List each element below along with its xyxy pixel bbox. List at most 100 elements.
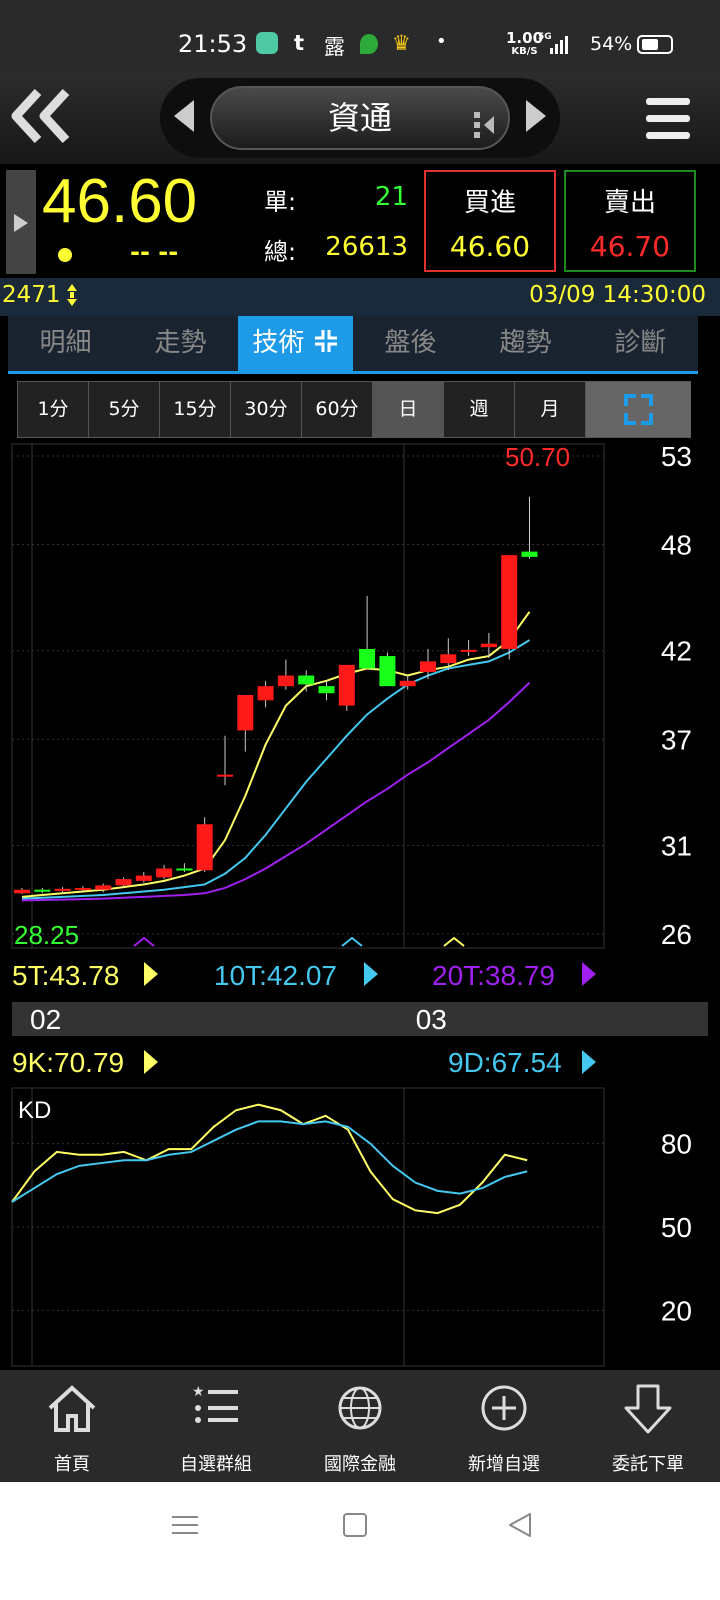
quote-datetime: 03/09 14:30:00 [529, 282, 706, 308]
k-legend: 9K:70.79 [12, 1047, 124, 1078]
candle-body [156, 868, 173, 878]
nav-international-finance[interactable]: 國際金融 [288, 1370, 432, 1482]
crown-icon: ♛ [392, 31, 411, 55]
price-y-tick: 48 [661, 530, 692, 561]
candle-body [399, 680, 416, 687]
recent-apps-icon[interactable] [170, 1510, 200, 1540]
buy-button[interactable]: 買進 46.60 [424, 170, 556, 272]
period-5min-button[interactable]: 5分 [89, 382, 160, 437]
app-notification-icon [256, 32, 278, 54]
tab-label: 趨勢 [499, 328, 552, 358]
period-label: 1分 [37, 398, 69, 420]
kd-y-tick: 20 [661, 1295, 692, 1326]
buy-label: 買進 [463, 188, 516, 218]
period-15min-button[interactable]: 15分 [160, 382, 231, 437]
candle-body [257, 686, 274, 701]
stock-title-pill[interactable]: 資通 [210, 86, 510, 150]
sell-price: 46.70 [589, 230, 671, 263]
view-tabs: 明細 走勢 技術 盤後 趨勢 診斷 [8, 316, 698, 374]
collapse-icon [314, 330, 337, 352]
tab-detail[interactable]: 明細 [8, 316, 123, 371]
nav-watchlist-groups-label: 自選群組 [180, 1454, 252, 1475]
period-selector: 1分 5分 15分 30分 60分 日 週 月 [17, 381, 691, 438]
period-60min-button[interactable]: 60分 [302, 382, 373, 437]
globe-icon [338, 1386, 382, 1430]
period-label: 15分 [173, 398, 217, 420]
ma10-legend: 10T:42.07 [214, 960, 337, 991]
back-triangle-icon[interactable] [506, 1510, 536, 1540]
price-change: -- -- [130, 238, 179, 266]
candle-body [298, 675, 315, 685]
candle-body [135, 875, 152, 881]
stock-code: 2471 [2, 282, 61, 308]
order-arrow-icon [624, 1384, 672, 1434]
kd-y-tick: 50 [661, 1212, 692, 1243]
single-volume-value: 21 [374, 182, 408, 212]
hamburger-menu-icon[interactable] [646, 98, 690, 140]
sell-button[interactable]: 賣出 46.70 [564, 170, 696, 272]
app-header: 資通 [0, 72, 720, 164]
tab-label: 明細 [39, 328, 92, 358]
candle [196, 817, 213, 873]
date-axis-label: 03 [416, 1004, 447, 1035]
lu-notification-icon: 露 [324, 35, 345, 59]
tab-after-hours[interactable]: 盤後 [353, 316, 468, 371]
period-month-button[interactable]: 月 [515, 382, 586, 437]
back-double-chevron-icon[interactable] [8, 86, 74, 146]
price-y-tick: 53 [661, 441, 692, 472]
ma-legend: 5T:43.78 10T:42.07 20T:38.79 [12, 960, 596, 991]
tab-diagnosis[interactable]: 診斷 [583, 316, 698, 371]
home-square-icon[interactable] [340, 1510, 370, 1540]
tab-technical[interactable]: 技術 [238, 316, 353, 371]
more-notifications-dot: • [436, 31, 447, 52]
candle-body [338, 664, 355, 706]
leaf-notification-icon [360, 34, 378, 54]
plus-circle-icon [481, 1385, 527, 1431]
price-y-tick: 31 [661, 830, 692, 861]
nav-home[interactable]: 首頁 [0, 1370, 144, 1482]
candle [501, 555, 518, 660]
tab-trend[interactable]: 趨勢 [468, 316, 583, 371]
candle-body [440, 654, 457, 664]
technical-chart[interactable]: 53 48 42 37 31 26 50.70 28.25 5T:43.78 10T:42… [0, 440, 720, 1370]
period-label: 5分 [108, 398, 140, 420]
candle-body [34, 889, 51, 892]
signal-icon [550, 36, 568, 54]
period-day-button[interactable]: 日 [373, 382, 444, 437]
stock-name: 資通 [327, 99, 392, 137]
kd-title: KD [18, 1097, 51, 1124]
home-icon [48, 1385, 96, 1432]
period-label: 60分 [315, 398, 359, 420]
nav-place-order[interactable]: 委託下單 [576, 1370, 720, 1482]
sell-label: 賣出 [603, 188, 656, 218]
nav-add-watchlist[interactable]: 新增自選 [432, 1370, 576, 1482]
up-down-arrows-icon [67, 284, 77, 306]
candle-body [501, 555, 518, 649]
period-week-button[interactable]: 週 [444, 382, 515, 437]
tab-label: 診斷 [614, 328, 667, 358]
candle-body [379, 656, 396, 687]
period-label: 月 [540, 398, 560, 420]
candle-body [318, 686, 335, 694]
clock: 21:53 [178, 30, 248, 58]
candle-body [420, 661, 436, 672]
candle-body [277, 675, 294, 687]
expand-panel-handle[interactable] [6, 170, 36, 274]
svg-text:★: ★ [192, 1383, 205, 1399]
period-30min-button[interactable]: 30分 [231, 382, 302, 437]
candle-body [217, 774, 233, 777]
prev-stock-arrow-icon[interactable] [174, 100, 194, 132]
fullscreen-button[interactable] [586, 382, 691, 437]
period-1min-button[interactable]: 1分 [18, 382, 89, 437]
tab-trend-intraday[interactable]: 走勢 [123, 316, 238, 371]
tab-label: 走勢 [154, 328, 207, 358]
info-row: 2471 03/09 14:30:00 [0, 278, 720, 316]
period-label: 30分 [244, 398, 288, 420]
next-stock-arrow-icon[interactable] [526, 100, 546, 132]
kd-y-tick: 80 [661, 1129, 692, 1160]
tab-label: 技術 [252, 328, 305, 358]
nav-watchlist-groups[interactable]: ★ 自選群組 [144, 1370, 288, 1482]
tab-label: 盤後 [384, 328, 437, 358]
period-label: 週 [469, 398, 489, 420]
candle-body [14, 889, 30, 894]
